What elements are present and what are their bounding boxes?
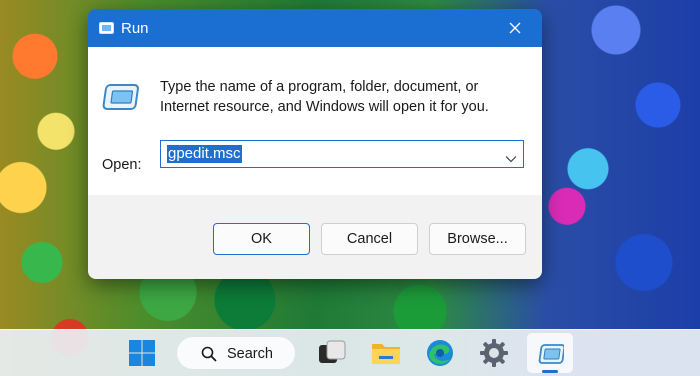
title-bar[interactable]: Run [88,9,542,47]
edge-icon [427,340,453,366]
run-app-icon [99,21,114,34]
browse-button[interactable]: Browse... [429,223,526,255]
gear-icon [480,339,508,367]
run-icon [538,344,564,364]
edge-button[interactable] [424,337,456,369]
taskbar: Search [0,329,700,376]
run-dialog: Run Type the name of a program, folder, … [88,9,542,279]
ok-button[interactable]: OK [213,223,310,255]
task-view-button[interactable] [316,337,348,369]
close-icon [509,22,521,34]
file-explorer-icon [372,344,400,364]
windows-start-icon [129,340,155,366]
open-label: Open: [102,157,142,173]
close-button[interactable] [500,15,530,41]
open-combobox[interactable]: gpedit.msc [160,140,524,168]
task-view-icon [319,340,346,363]
run-icon [102,81,140,113]
run-taskbar-button[interactable] [527,333,573,373]
dialog-description: Type the name of a program, folder, docu… [160,79,489,115]
start-button[interactable] [126,337,158,369]
search-icon [201,346,217,362]
dialog-content: Type the name of a program, folder, docu… [88,47,542,195]
settings-button[interactable] [478,337,510,369]
chevron-down-icon[interactable] [505,150,517,163]
open-input-value[interactable]: gpedit.msc [167,145,242,163]
active-app-indicator [542,370,558,373]
taskbar-search[interactable]: Search [176,336,296,370]
dialog-title: Run [121,20,149,37]
search-label: Search [227,346,273,362]
file-explorer-button[interactable] [370,337,402,369]
dialog-footer: OK Cancel Browse... [88,195,542,279]
cancel-button[interactable]: Cancel [321,223,418,255]
